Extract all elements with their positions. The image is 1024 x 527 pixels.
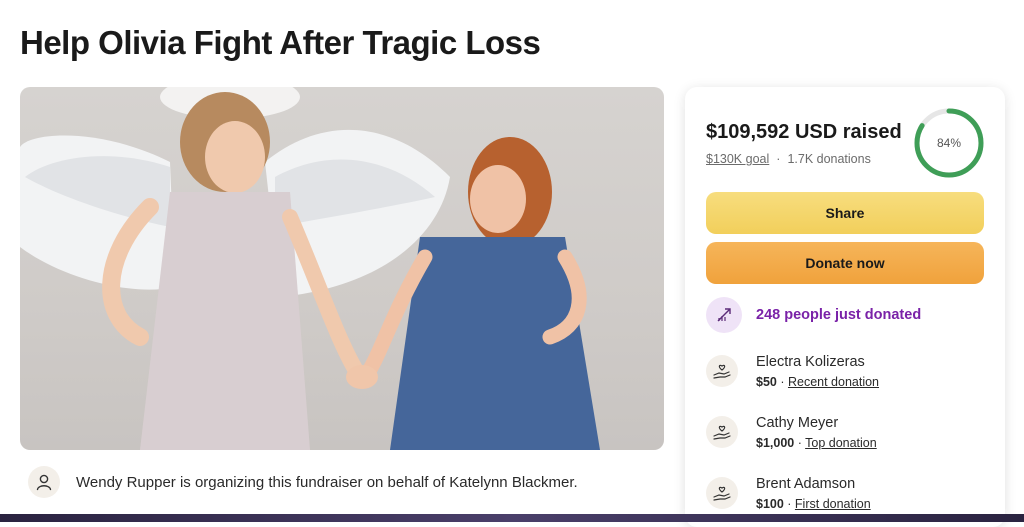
donation-hand-icon	[706, 416, 738, 448]
donor-name: Brent Adamson	[756, 476, 856, 492]
separator-dot: ·	[776, 375, 788, 389]
separator-dot: ·	[783, 497, 795, 511]
window-bottom-edge	[0, 514, 1024, 522]
share-button[interactable]: Share	[706, 192, 984, 234]
donation-hand-icon	[706, 477, 738, 509]
campaign-hero-image	[20, 87, 664, 450]
trending-up-icon	[706, 297, 742, 333]
page-title: Help Olivia Fight After Tragic Loss	[20, 24, 541, 61]
donor-item: Brent Adamson $100 · First donation	[706, 475, 871, 512]
donor-item: Cathy Meyer $1,000 · Top donation	[706, 414, 877, 451]
goal-link[interactable]: $130K goal	[706, 152, 769, 166]
donation-card: $109,592 USD raised $130K goal · 1.7K do…	[685, 87, 1005, 527]
donation-type-link[interactable]: Recent donation	[788, 375, 879, 389]
organizer-row: Wendy Rupper is organizing this fundrais…	[28, 465, 668, 499]
amount-raised: $109,592 USD raised	[706, 121, 902, 143]
user-icon	[28, 466, 60, 498]
donor-name: Cathy Meyer	[756, 415, 839, 431]
organizer-text: Wendy Rupper is organizing this fundrais…	[76, 473, 578, 491]
progress-percent: 84%	[936, 136, 962, 150]
donation-amount: $100	[756, 497, 784, 511]
donor-name: Electra Kolizeras	[756, 354, 865, 370]
donate-now-button[interactable]: Donate now	[706, 242, 984, 284]
recent-donors-banner: 248 people just donated	[706, 297, 921, 333]
donation-amount: $1,000	[756, 436, 795, 450]
separator-dot: ·	[776, 152, 781, 166]
donations-count: 1.7K donations	[787, 152, 871, 166]
trend-text: 248 people just donated	[756, 307, 922, 323]
goal-summary: $130K goal · 1.7K donations	[706, 152, 871, 166]
donor-item: Electra Kolizeras $50 · Recent donation	[706, 353, 879, 390]
donation-hand-icon	[706, 355, 738, 387]
separator-dot: ·	[794, 436, 806, 450]
donation-amount: $50	[756, 375, 777, 389]
donation-type-link[interactable]: First donation	[795, 497, 871, 511]
donation-type-link[interactable]: Top donation	[805, 436, 877, 450]
